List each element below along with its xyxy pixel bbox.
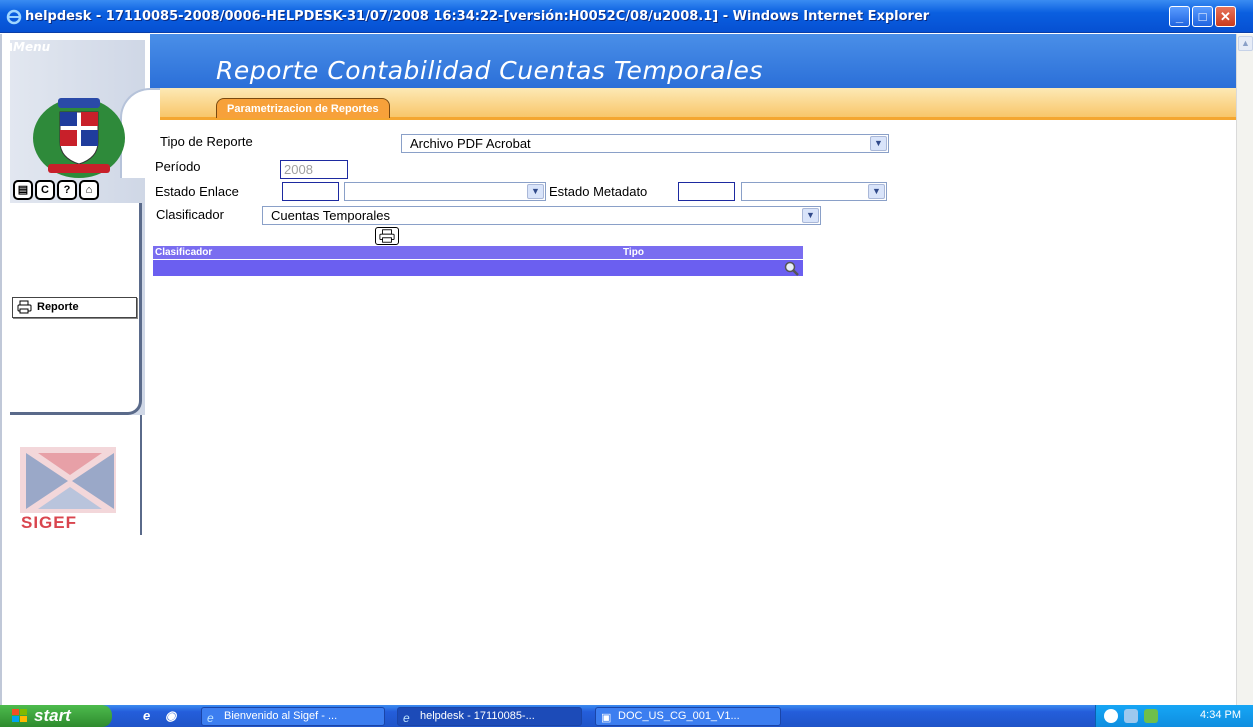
vertical-scrollbar[interactable]: ▲ (1236, 34, 1253, 705)
security-icon[interactable] (1144, 709, 1158, 723)
estado-metadato-select[interactable]: ▼ (741, 182, 887, 201)
menu-label[interactable]: Menu (8, 40, 50, 54)
periodo-field[interactable]: 2008 (280, 160, 348, 179)
tab-parametrizacion[interactable]: Parametrizacion de Reportes (216, 98, 390, 118)
task-helpdesk[interactable]: e helpdesk - 17110085-... (397, 707, 582, 726)
window-title: helpdesk - 17110085-2008/0006-HELPDESK-3… (25, 9, 930, 24)
minimize-button[interactable]: _ (1169, 6, 1190, 27)
task-bienvenido[interactable]: e Bienvenido al Sigef - ... (201, 707, 385, 726)
ie-icon: e (207, 711, 214, 725)
page-title: Reporte Contabilidad Cuentas Temporales (216, 56, 763, 85)
estado-metadato-code-field[interactable] (678, 182, 735, 201)
coat-of-arms-logo (33, 98, 125, 178)
sigef-logo-text: SIGEF (21, 513, 78, 532)
left-sidebar: ▤ C ? ⌂ Reporte SIGEF (10, 40, 160, 535)
document-icon[interactable]: ▤ (13, 180, 33, 200)
ie-icon: e (403, 711, 410, 725)
clasificador-value: Cuentas Temporales (271, 208, 390, 223)
internet-explorer-icon (6, 9, 22, 25)
taskbar: start e ◉ e Bienvenido al Sigef - ... e … (0, 705, 1253, 727)
network-icon[interactable] (1124, 709, 1138, 723)
grid-col-clasificador: Clasificador (155, 247, 213, 258)
tipo-reporte-value: Archivo PDF Acrobat (410, 136, 531, 151)
grid-filter-row (153, 259, 803, 276)
tab-strip: Parametrizacion de Reportes (150, 88, 1236, 120)
maximize-button[interactable]: □ (1192, 6, 1213, 27)
windows-flag-icon (12, 709, 27, 722)
print-icon[interactable] (375, 227, 399, 245)
estado-enlace-label: Estado Enlace (155, 184, 239, 199)
tipo-reporte-label: Tipo de Reporte (160, 134, 253, 149)
close-button[interactable]: ✕ (1215, 6, 1236, 27)
grid-header: Clasificador Tipo (153, 246, 803, 259)
task-doc-label: DOC_US_CG_001_V1... (618, 710, 740, 722)
clasificador-label: Clasificador (156, 207, 224, 222)
clock: 4:34 PM (1200, 709, 1241, 721)
task-doc[interactable]: ▣ DOC_US_CG_001_V1... (595, 707, 781, 726)
chevron-down-icon[interactable]: ▼ (870, 136, 887, 151)
sidebar-toolbar: ▤ C ? ⌂ (13, 180, 99, 200)
chevron-down-icon[interactable]: ▼ (868, 184, 885, 199)
system-tray: 4:34 PM (1095, 705, 1253, 727)
help-icon[interactable]: ? (57, 180, 77, 200)
task-helpdesk-label: helpdesk - 17110085-... (420, 710, 535, 722)
page-header: Reporte Contabilidad Cuentas Temporales (150, 34, 1236, 88)
chevron-down-icon[interactable]: ▼ (527, 184, 544, 199)
clasificador-select[interactable]: Cuentas Temporales ▼ (262, 206, 821, 225)
chevron-down-icon[interactable]: ▼ (802, 208, 819, 223)
refresh-icon[interactable]: C (35, 180, 55, 200)
word-document-icon: ▣ (601, 712, 612, 724)
window-titlebar: helpdesk - 17110085-2008/0006-HELPDESK-3… (0, 0, 1253, 33)
estado-enlace-select[interactable]: ▼ (344, 182, 546, 201)
periodo-value: 2008 (284, 162, 313, 177)
firefox-quicklaunch-icon[interactable]: ◉ (165, 708, 181, 724)
tipo-reporte-select[interactable]: Archivo PDF Acrobat ▼ (401, 134, 889, 153)
reporte-button-label: Reporte (37, 301, 79, 313)
grid-col-tipo: Tipo (623, 247, 644, 258)
periodo-label: Período (155, 159, 201, 174)
estado-metadato-label: Estado Metadato (549, 184, 648, 199)
scroll-up-icon[interactable]: ▲ (1238, 36, 1253, 51)
reporte-button[interactable]: Reporte (12, 297, 137, 318)
printer-icon (17, 300, 32, 314)
task-bienvenido-label: Bienvenido al Sigef - ... (224, 710, 338, 722)
search-icon[interactable] (784, 261, 800, 276)
back-arrow-icon[interactable] (1104, 709, 1118, 723)
home-icon[interactable]: ⌂ (79, 180, 99, 200)
ie-quicklaunch-icon[interactable]: e (143, 708, 159, 724)
start-button[interactable]: start (0, 705, 112, 727)
estado-enlace-code-field[interactable] (282, 182, 339, 201)
start-label: start (34, 706, 71, 725)
